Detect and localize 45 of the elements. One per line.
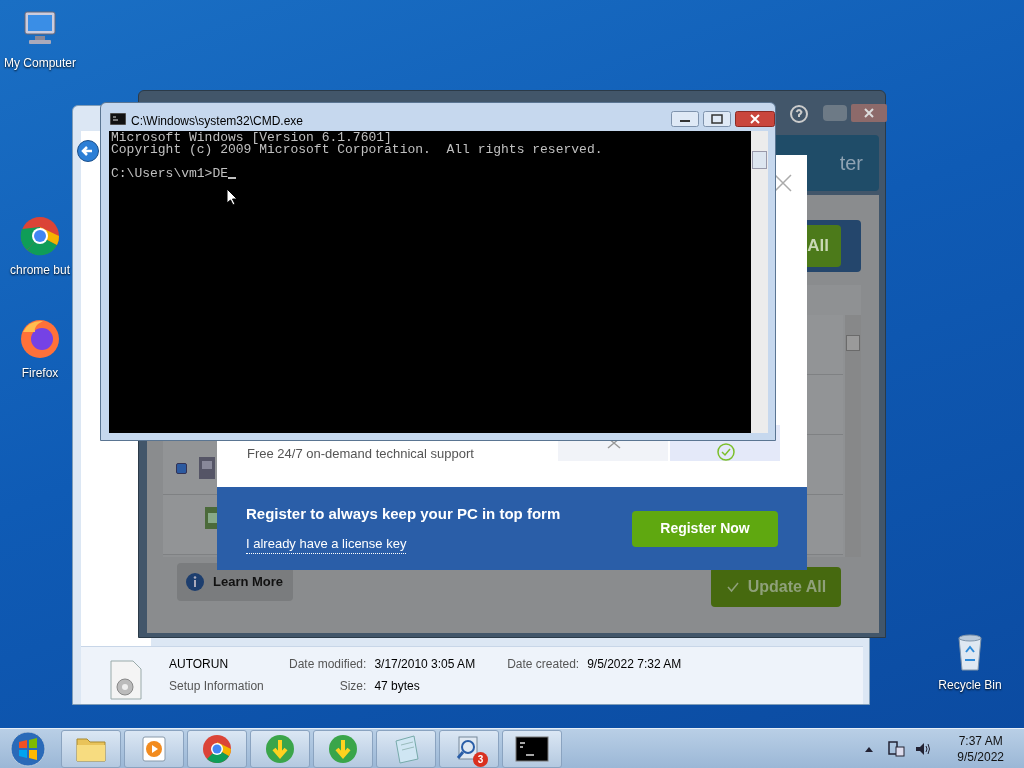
console-line: Microsoft Windows [Version 6.1.7601]	[111, 132, 392, 144]
file-type: Setup Information	[169, 678, 265, 695]
help-icon[interactable]	[789, 104, 809, 124]
feature-text: Free 24/7 on-demand technical support	[247, 445, 474, 463]
check-circle-icon	[717, 443, 735, 461]
field-value: 9/5/2022 7:32 AM	[587, 656, 683, 673]
taskbar-button[interactable]	[502, 729, 562, 768]
header-title: ter	[839, 151, 863, 176]
device-icon	[199, 457, 215, 479]
window-title: C:\Windows\system32\CMD.exe	[131, 113, 304, 130]
desktop-icon-label[interactable]: chrome but	[10, 261, 70, 279]
taskbar-button[interactable]: 3	[439, 729, 499, 768]
console-icon	[110, 113, 126, 125]
info-icon	[185, 572, 205, 592]
firefox-icon[interactable]	[19, 318, 61, 360]
driver-checkbox[interactable]	[176, 463, 187, 474]
network-icon[interactable]	[887, 739, 906, 758]
close-icon[interactable]	[851, 104, 887, 122]
close-icon[interactable]	[773, 173, 793, 193]
field-label: Size:	[338, 678, 367, 695]
console-line: Copyright (c) 2009 Microsoft Corporation. All rights reserved.	[111, 144, 604, 156]
field-value: 47 bytes	[374, 678, 421, 695]
scrollbar-thumb[interactable]	[752, 151, 767, 169]
license-key-link[interactable]: I already have a license key	[246, 533, 407, 554]
scrollbar-thumb[interactable]	[846, 335, 860, 351]
register-now-button[interactable]: Register Now	[632, 510, 778, 547]
notification-badge: 3	[473, 751, 488, 767]
file-name: AUTORUN	[169, 656, 230, 673]
banner-headline: Register to always keep your PC in top form	[246, 504, 561, 524]
maximize-icon[interactable]	[703, 111, 731, 127]
field-value: 3/17/2010 3:05 AM	[374, 656, 477, 673]
text-cursor	[228, 177, 237, 179]
field-label: Date created:	[507, 656, 580, 673]
desktop-icon-label[interactable]: Recycle Bin	[938, 676, 1002, 694]
minimize-icon[interactable]	[671, 111, 699, 127]
checkmark-icon	[725, 581, 740, 593]
desktop-icon-label[interactable]: Firefox	[21, 364, 59, 382]
chrome-icon[interactable]	[19, 215, 61, 257]
close-icon[interactable]	[735, 111, 775, 127]
desktop-icon-label[interactable]: My Computer	[4, 54, 76, 72]
console-prompt: C:\Users\vm1>DE	[111, 168, 229, 180]
back-icon[interactable]	[77, 140, 99, 162]
field-label: Date modified:	[289, 656, 367, 673]
clock[interactable]: 7:37 AM 9/5/2022	[953, 732, 1008, 765]
mouse-pointer-icon	[226, 188, 238, 206]
